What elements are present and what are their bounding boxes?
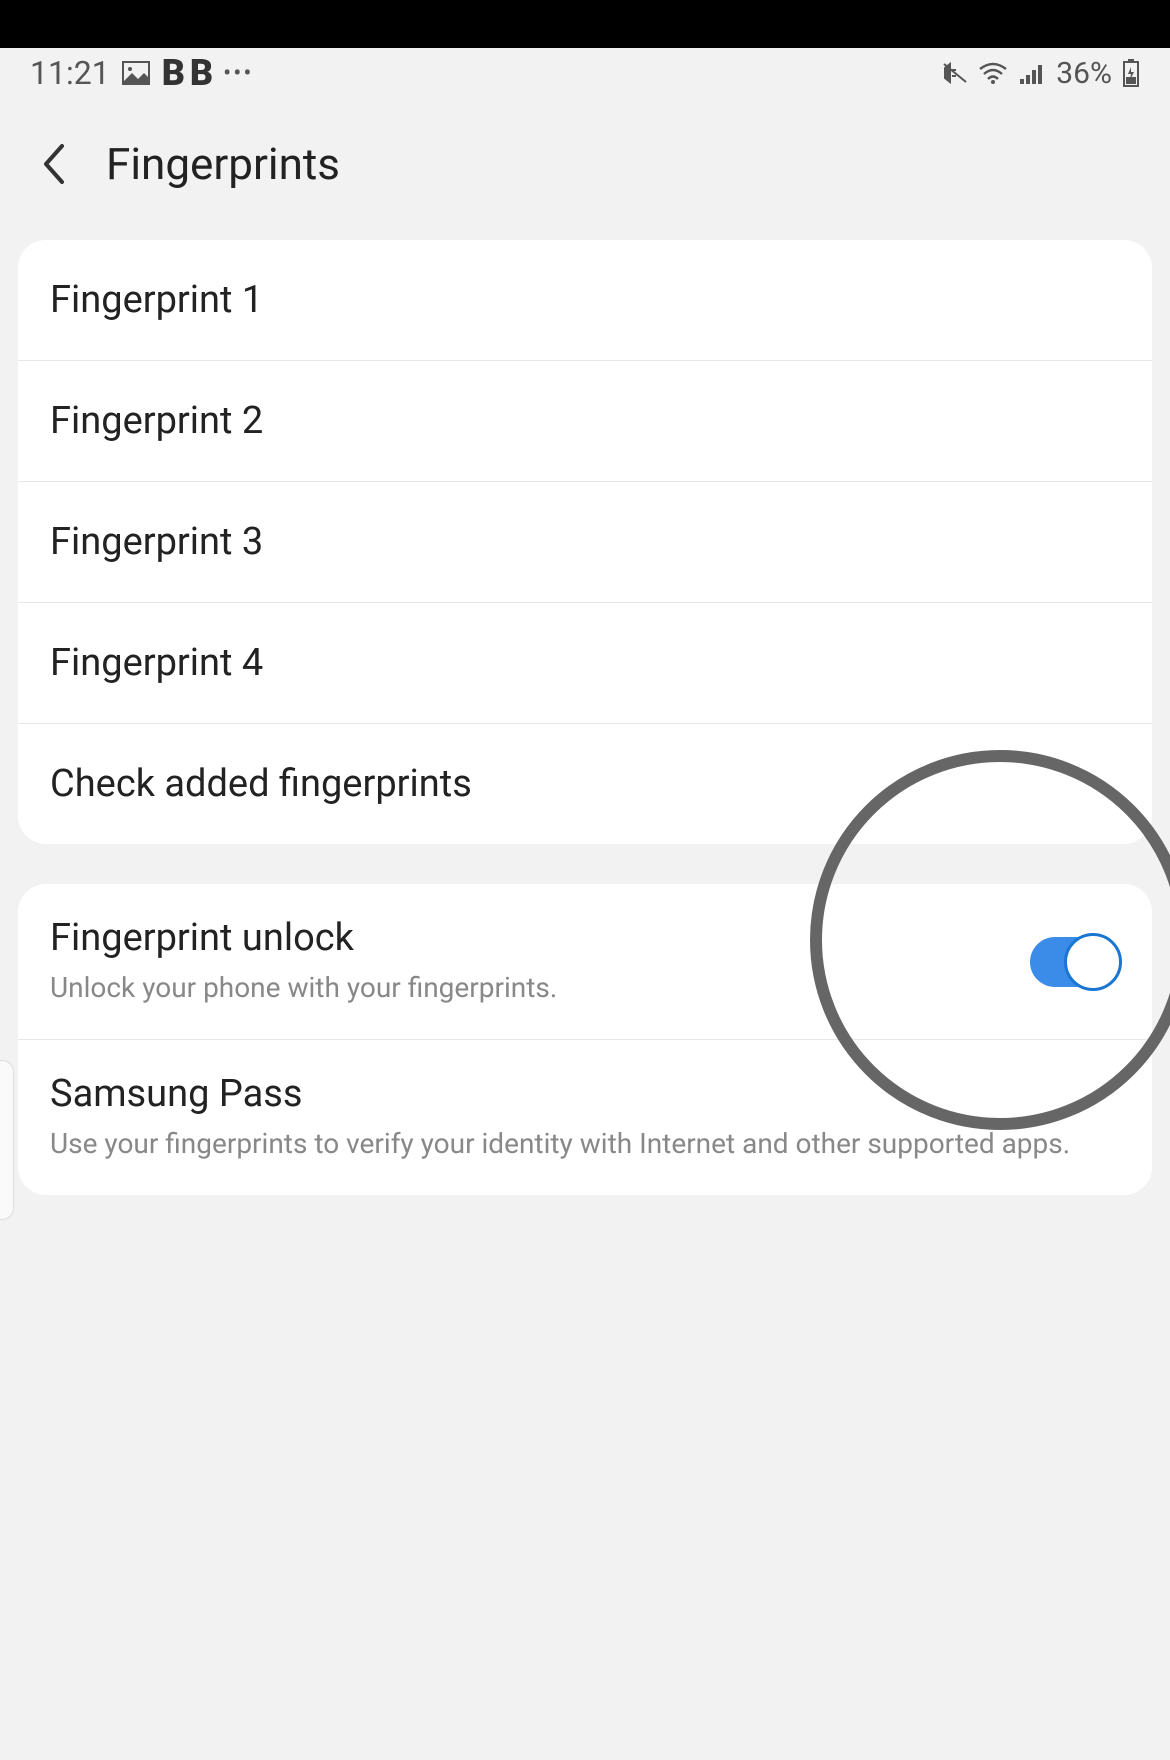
page-title: Fingerprints: [106, 138, 340, 190]
edge-panel-tab[interactable]: [0, 1060, 14, 1220]
fingerprint-unlock-title: Fingerprint unlock: [50, 916, 1030, 960]
fingerprint-label: Fingerprint 1: [50, 278, 1120, 322]
status-bar: 11:21 B B •••: [0, 48, 1170, 98]
fingerprint-unlock-subtitle: Unlock your phone with your fingerprints…: [50, 968, 1030, 1007]
fingerprints-card: Fingerprint 1 Fingerprint 2 Fingerprint …: [18, 240, 1152, 844]
vibrate-icon: [942, 60, 968, 86]
check-fingerprints-label: Check added fingerprints: [50, 762, 1120, 806]
fingerprint-item-1[interactable]: Fingerprint 1: [18, 240, 1152, 361]
samsung-pass-item[interactable]: Samsung Pass Use your fingerprints to ve…: [18, 1040, 1152, 1195]
back-button[interactable]: [40, 142, 66, 186]
fingerprint-item-3[interactable]: Fingerprint 3: [18, 482, 1152, 603]
fingerprint-label: Fingerprint 2: [50, 399, 1120, 443]
samsung-pass-title: Samsung Pass: [50, 1072, 1120, 1116]
toggle-knob: [1064, 933, 1122, 991]
fingerprint-item-4[interactable]: Fingerprint 4: [18, 603, 1152, 724]
samsung-pass-subtitle: Use your fingerprints to verify your ide…: [50, 1124, 1120, 1163]
battery-icon: [1122, 59, 1140, 87]
fingerprint-label: Fingerprint 3: [50, 520, 1120, 564]
fingerprint-unlock-item[interactable]: Fingerprint unlock Unlock your phone wit…: [18, 884, 1152, 1040]
wifi-icon: [978, 61, 1008, 85]
app-icons: B B: [162, 52, 211, 94]
check-fingerprints-item[interactable]: Check added fingerprints: [18, 724, 1152, 844]
settings-card: Fingerprint unlock Unlock your phone wit…: [18, 884, 1152, 1195]
picture-icon: [122, 61, 150, 85]
status-left: 11:21 B B •••: [30, 52, 253, 94]
top-black-bar: [0, 0, 1170, 48]
signal-icon: [1018, 61, 1046, 85]
fingerprint-label: Fingerprint 4: [50, 641, 1120, 685]
more-dots-icon: •••: [223, 59, 253, 87]
setting-text: Fingerprint unlock Unlock your phone wit…: [50, 916, 1030, 1007]
status-time: 11:21: [30, 54, 110, 92]
fingerprint-item-2[interactable]: Fingerprint 2: [18, 361, 1152, 482]
battery-percent: 36%: [1056, 56, 1112, 91]
page-header: Fingerprints: [0, 98, 1170, 240]
setting-text: Samsung Pass Use your fingerprints to ve…: [50, 1072, 1120, 1163]
status-right: 36%: [942, 56, 1140, 91]
fingerprint-unlock-toggle[interactable]: [1030, 937, 1120, 987]
